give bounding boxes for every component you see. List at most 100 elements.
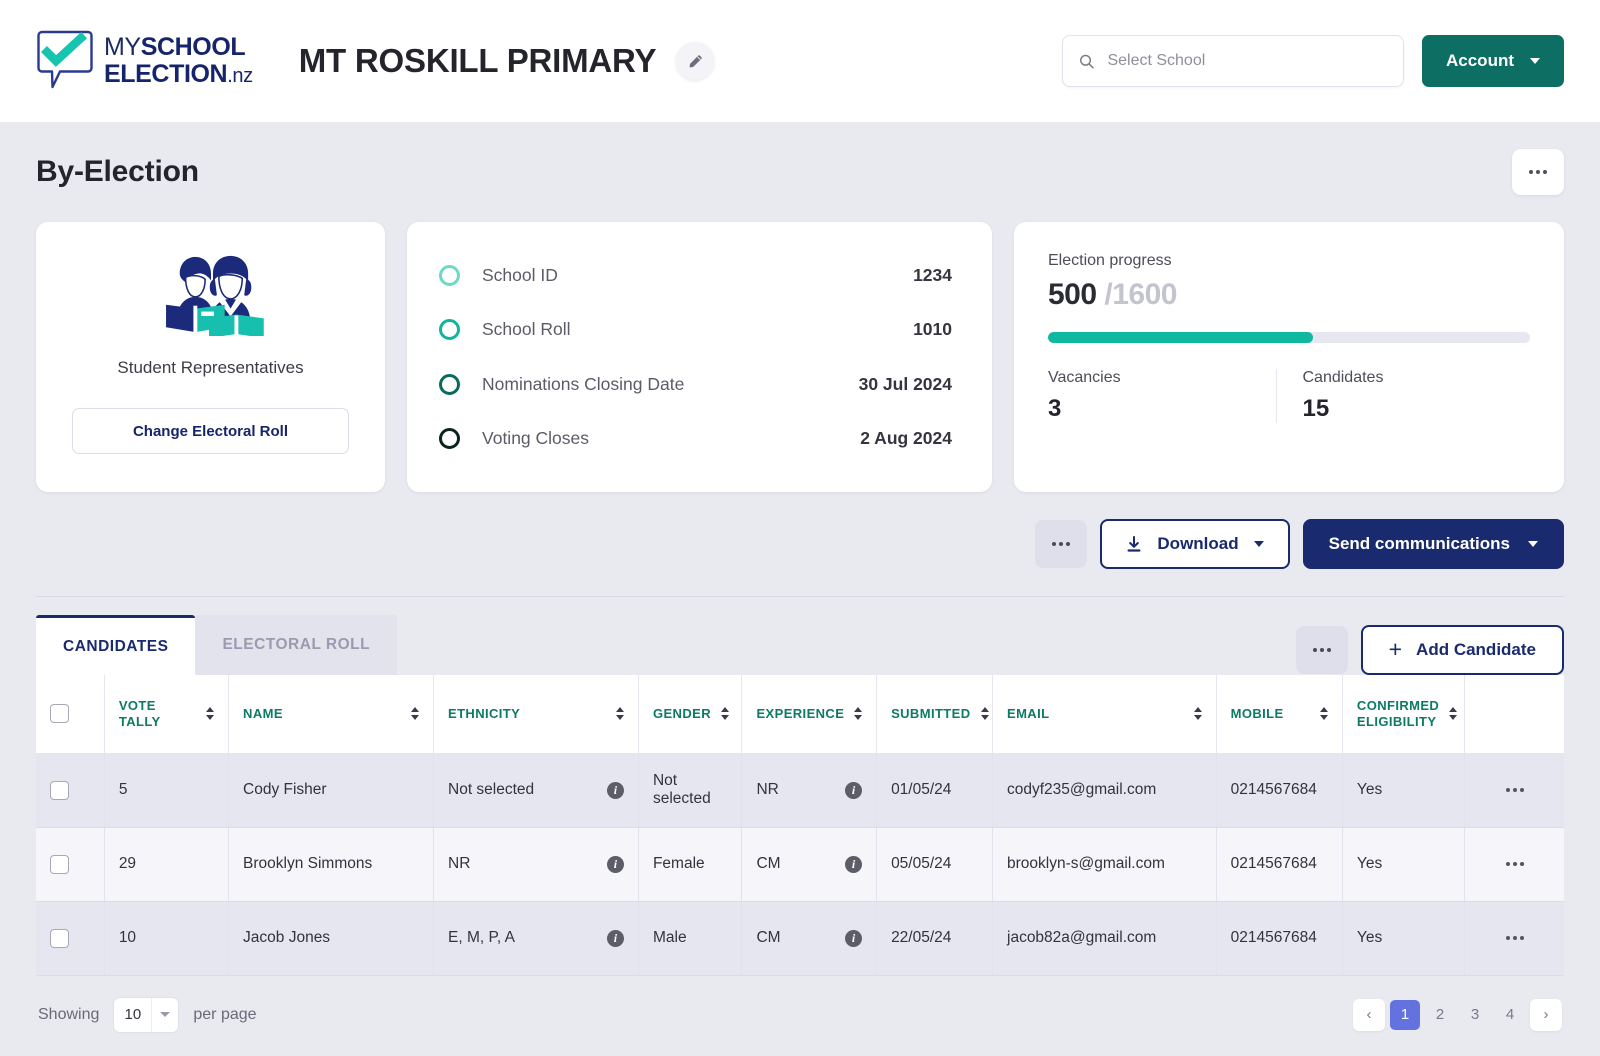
table-row[interactable]: 5 Cody Fisher Not selected i Not selected… <box>36 753 1564 828</box>
election-details-card: School ID 1234 School Roll 1010 Nominati… <box>407 222 992 492</box>
download-button[interactable]: Download <box>1100 519 1290 569</box>
tab-electoral-roll[interactable]: ELECTORAL ROLL <box>195 615 398 675</box>
brand-logo[interactable]: MYSCHOOL ELECTION.nz <box>36 29 253 93</box>
download-label: Download <box>1157 534 1239 553</box>
summary-cards: Student Representatives Change Electoral… <box>36 222 1564 492</box>
table-head: VOTE TALLY NAME ETHNICITY GENDER EXPERIE… <box>36 675 1564 754</box>
sort-icon[interactable] <box>711 707 729 721</box>
col-submitted[interactable]: SUBMITTED <box>876 675 993 754</box>
cell-row-actions <box>1464 901 1564 976</box>
cell-submitted: 22/05/24 <box>876 901 993 976</box>
cell-experience: CM i <box>741 827 878 902</box>
showing-label: Showing <box>38 1005 100 1023</box>
election-progress-card: Election progress 500 /1600 Vacancies 3 … <box>1014 222 1564 492</box>
search-icon <box>1079 54 1094 68</box>
edit-school-button[interactable] <box>676 42 715 80</box>
row-overflow-button[interactable] <box>1479 788 1550 792</box>
chevron-down-icon <box>1253 541 1264 547</box>
col-confirmed-eligibility[interactable]: CONFIRMED ELIGIBILITY <box>1342 675 1466 754</box>
col-experience[interactable]: EXPERIENCE <box>741 675 878 754</box>
pagination: ‹ 1 2 3 4 › <box>1353 998 1562 1031</box>
search-input[interactable] <box>1107 52 1387 70</box>
table-row[interactable]: 29 Brooklyn Simmons NR i Female CM i 05/05… <box>36 827 1564 902</box>
cell-experience: NR i <box>741 753 878 828</box>
stat-value: 15 <box>1302 395 1330 422</box>
row-checkbox[interactable] <box>50 928 69 948</box>
sort-icon[interactable] <box>606 707 624 721</box>
detail-value: 1234 <box>913 264 952 285</box>
sort-icon[interactable] <box>1310 707 1328 721</box>
per-page-select[interactable]: 10 <box>113 996 180 1033</box>
cell-name: Brooklyn Simmons <box>228 827 434 902</box>
table-tabs-row: CANDIDATES ELECTORAL ROLL + Add Candidat… <box>36 597 1564 675</box>
col-email[interactable]: EMAIL <box>992 675 1217 754</box>
cell-confirmed-eligibility: Yes <box>1342 827 1466 902</box>
header-right-group: Account <box>1062 35 1564 87</box>
cell-text: CM <box>756 855 781 872</box>
cell-select <box>36 827 105 902</box>
sort-icon[interactable] <box>971 707 989 721</box>
table-overflow-button[interactable] <box>1295 626 1348 674</box>
page-button-1[interactable]: 1 <box>1390 999 1420 1030</box>
sort-icon[interactable] <box>401 707 419 721</box>
info-icon[interactable]: i <box>606 781 624 799</box>
sort-icon[interactable] <box>844 707 863 721</box>
account-menu-button[interactable]: Account <box>1422 35 1564 87</box>
page-title: By-Election <box>36 155 199 188</box>
sort-icon[interactable] <box>1439 707 1458 721</box>
row-overflow-button[interactable] <box>1479 862 1550 866</box>
select-all-checkbox[interactable] <box>50 704 69 724</box>
app-header: MYSCHOOL ELECTION.nz MT ROSKILL PRIMARY … <box>0 0 1600 122</box>
cell-ethnicity: NR i <box>433 827 639 902</box>
table-row[interactable]: 10 Jacob Jones E, M, P, A i Male CM i 22/0… <box>36 901 1564 976</box>
sort-icon[interactable] <box>196 707 215 721</box>
detail-label: Voting Closes <box>482 428 590 449</box>
cell-email: jacob82a@gmail.com <box>992 901 1217 976</box>
row-checkbox[interactable] <box>50 854 69 874</box>
info-icon[interactable]: i <box>845 855 863 873</box>
col-row-actions <box>1464 675 1564 754</box>
row-overflow-button[interactable] <box>1479 936 1550 940</box>
info-icon[interactable]: i <box>845 929 863 947</box>
per-page-label: per page <box>193 1005 257 1023</box>
col-gender[interactable]: GENDER <box>638 675 743 754</box>
col-vote-tally[interactable]: VOTE TALLY <box>104 675 230 754</box>
col-ethnicity[interactable]: ETHNICITY <box>433 675 639 754</box>
col-name[interactable]: NAME <box>228 675 434 754</box>
page-button-3[interactable]: 3 <box>1460 1000 1490 1030</box>
chevron-left-icon[interactable]: ‹ <box>1353 998 1385 1031</box>
chevron-right-icon[interactable]: › <box>1530 998 1562 1031</box>
actions-overflow-button[interactable] <box>1035 520 1088 568</box>
row-checkbox[interactable] <box>50 780 69 800</box>
col-select <box>36 675 105 754</box>
tab-candidates[interactable]: CANDIDATES <box>36 615 196 675</box>
info-icon[interactable]: i <box>845 781 863 799</box>
more-horizontal-icon <box>1529 170 1547 174</box>
sort-icon[interactable] <box>1184 707 1202 721</box>
progress-current: 500 <box>1048 278 1097 311</box>
cell-row-actions <box>1464 753 1564 828</box>
cell-vote-tally: 29 <box>104 827 230 902</box>
stat-candidates: Candidates 15 <box>1275 369 1531 423</box>
column-label: CONFIRMED ELIGIBILITY <box>1356 697 1440 729</box>
page-button-4[interactable]: 4 <box>1495 1000 1525 1030</box>
col-mobile[interactable]: MOBILE <box>1216 675 1343 754</box>
school-search-box[interactable] <box>1062 35 1404 87</box>
cell-select <box>36 753 105 828</box>
table-header-row: VOTE TALLY NAME ETHNICITY GENDER EXPERIE… <box>36 675 1564 754</box>
add-candidate-button[interactable]: + Add Candidate <box>1360 625 1564 675</box>
table-body: 5 Cody Fisher Not selected i Not selected… <box>36 753 1564 976</box>
add-candidate-label: Add Candidate <box>1416 640 1536 659</box>
brand-nz: .nz <box>227 65 253 87</box>
change-electoral-roll-button[interactable]: Change Electoral Roll <box>72 408 349 454</box>
send-communications-button[interactable]: Send communications <box>1302 519 1564 569</box>
cell-gender: Female <box>638 827 743 902</box>
cell-experience: CM i <box>741 901 878 976</box>
page-button-2[interactable]: 2 <box>1425 1000 1455 1030</box>
detail-row-voting-closes: Voting Closes 2 Aug 2024 <box>439 412 952 467</box>
page-overflow-button[interactable] <box>1512 149 1564 195</box>
info-icon[interactable]: i <box>606 929 624 947</box>
info-icon[interactable]: i <box>606 855 624 873</box>
more-horizontal-icon <box>1312 648 1331 652</box>
cell-vote-tally: 10 <box>104 901 230 976</box>
